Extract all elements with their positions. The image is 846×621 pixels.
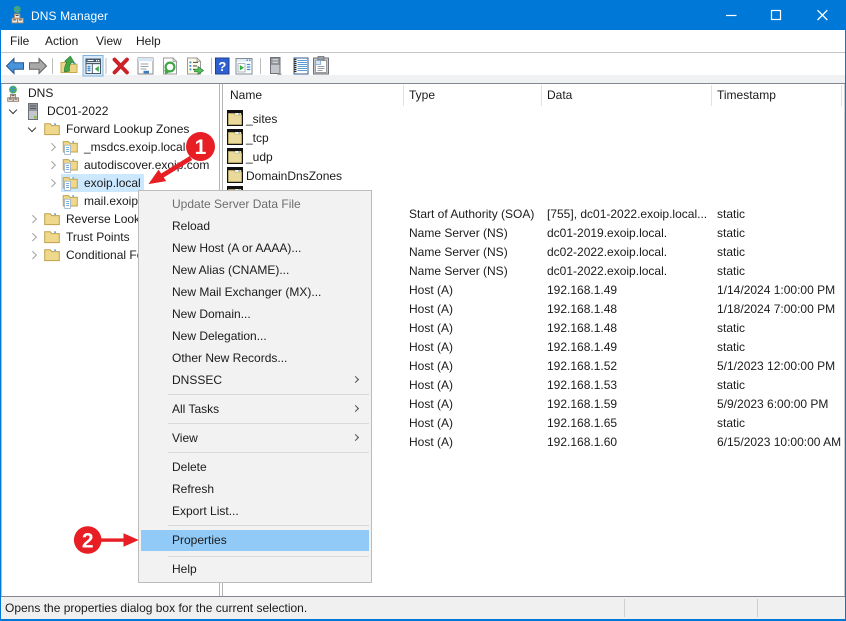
svg-text:?: ?: [218, 59, 226, 74]
